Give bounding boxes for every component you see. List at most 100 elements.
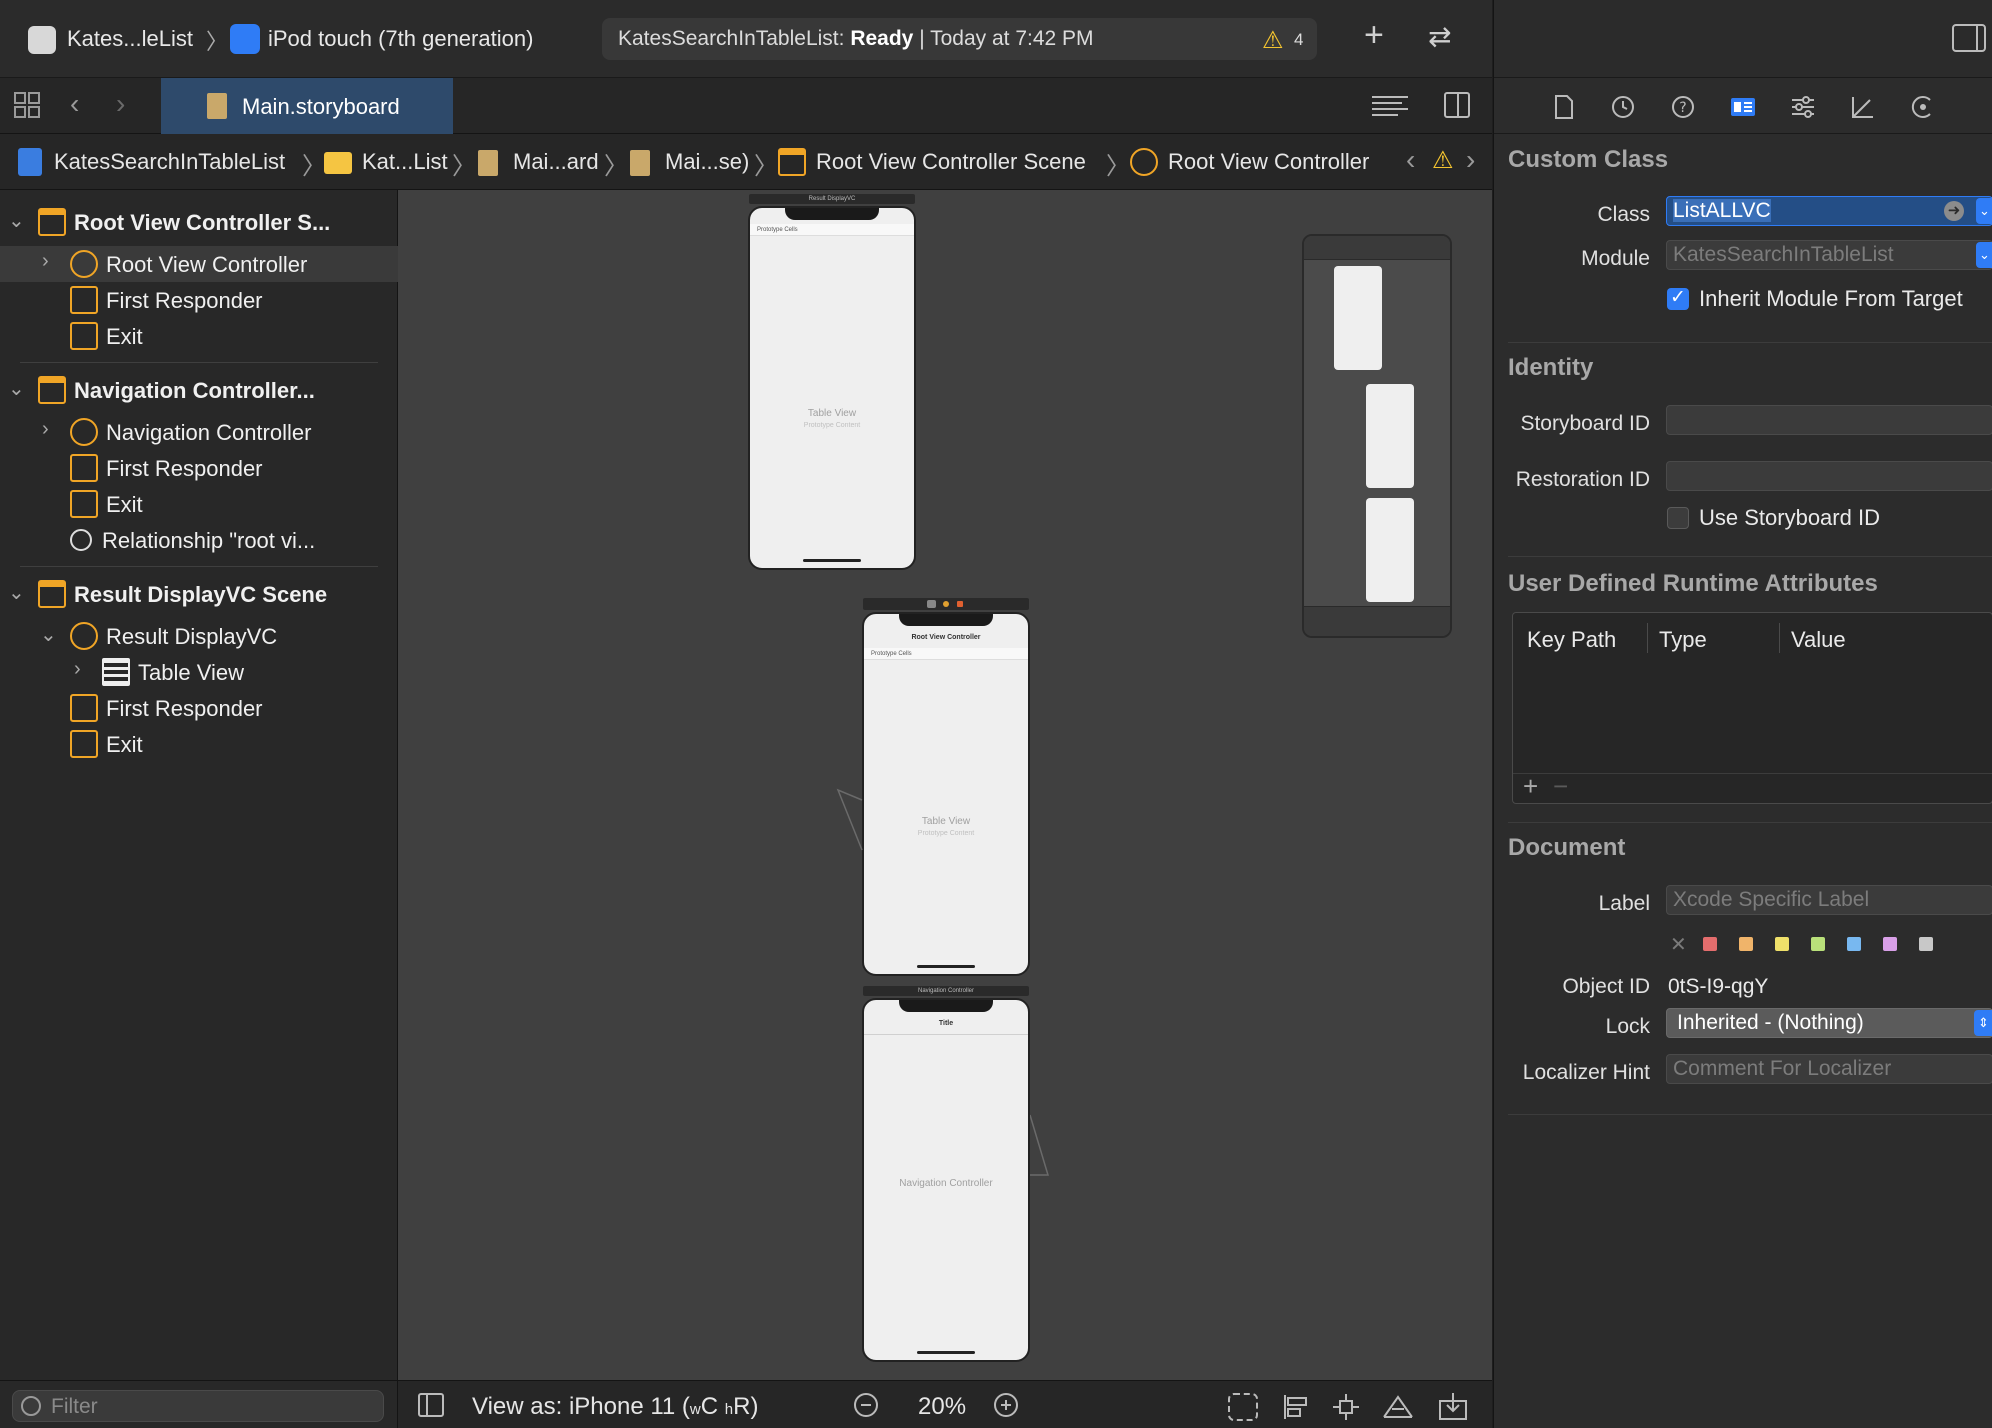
color-swatch-gray[interactable]	[1919, 937, 1933, 951]
view-controller-icon	[70, 622, 98, 650]
outline-toggle-icon[interactable]	[418, 1393, 444, 1417]
module-dropdown-icon[interactable]: ⌄	[1976, 242, 1992, 268]
help-inspector-icon[interactable]: ?	[1670, 94, 1696, 120]
next-issue-icon[interactable]: ›	[1466, 144, 1475, 176]
device-selector[interactable]: iPod touch (7th generation)	[268, 26, 533, 52]
chevron-down-icon[interactable]: ⌄	[8, 376, 25, 401]
device-icon	[230, 24, 260, 54]
tab-main-storyboard[interactable]: Main.storyboard	[161, 78, 453, 134]
outline-row-exit[interactable]: Exit	[0, 486, 398, 522]
jump-item-base[interactable]: Mai...se)	[665, 149, 749, 175]
jump-item-folder[interactable]: Kat...List	[362, 149, 448, 175]
outline-row-scene[interactable]: ⌄ Root View Controller S...	[0, 204, 398, 240]
chevron-down-icon[interactable]: ⌄	[8, 208, 25, 233]
minimap-phone	[1334, 266, 1382, 370]
outline-row-exit[interactable]: Exit	[0, 726, 398, 762]
status-state: Ready	[850, 27, 914, 50]
embed-in-icon[interactable]	[1438, 1393, 1468, 1421]
outline-row-nav[interactable]: › Navigation Controller	[0, 414, 398, 450]
align-icon[interactable]	[1282, 1393, 1310, 1421]
color-swatch-purple[interactable]	[1883, 937, 1897, 951]
outline-row-responder[interactable]: First Responder	[0, 450, 398, 486]
outline-row-relationship[interactable]: Relationship "root vi...	[0, 522, 398, 558]
label-field[interactable]: Xcode Specific Label	[1666, 885, 1992, 915]
add-constraints-icon[interactable]	[1332, 1393, 1360, 1421]
lock-value: Inherited - (Nothing)	[1677, 1011, 1864, 1034]
size-inspector-icon[interactable]	[1850, 94, 1876, 120]
inherit-module-checkbox[interactable]	[1667, 286, 1689, 310]
color-swatch-yellow[interactable]	[1775, 937, 1789, 951]
jump-item-project[interactable]: KatesSearchInTableList	[54, 149, 285, 175]
previous-issue-icon[interactable]: ‹	[1406, 144, 1415, 176]
view-controller-icon	[1130, 148, 1158, 176]
navigation-controller-phone[interactable]: Title Navigation Controller	[862, 998, 1030, 1362]
code-review-icon[interactable]: ⇄	[1428, 20, 1451, 53]
color-swatch-red[interactable]	[1703, 937, 1717, 951]
view-as-device[interactable]: View as: iPhone 11 (wC hR)	[472, 1393, 758, 1421]
zoom-in-icon[interactable]	[994, 1393, 1018, 1417]
identity-inspector-icon[interactable]	[1730, 94, 1756, 120]
add-attribute-icon[interactable]: +	[1523, 771, 1538, 802]
outline-row-exit[interactable]: Exit	[0, 318, 398, 354]
outline-label: Exit	[106, 732, 143, 757]
column-header-type[interactable]: Type	[1659, 627, 1707, 653]
warning-icon[interactable]: ⚠	[1262, 26, 1284, 55]
go-to-class-icon[interactable]: ➜	[1944, 201, 1964, 221]
outline-row-scene[interactable]: ⌄ Navigation Controller...	[0, 372, 398, 408]
column-header-value[interactable]: Value	[1791, 627, 1846, 653]
color-swatch-green[interactable]	[1811, 937, 1825, 951]
outline-row-vc[interactable]: ⌄ Result DisplayVC	[0, 618, 398, 654]
column-header-key-path[interactable]: Key Path	[1527, 627, 1616, 653]
module-field[interactable]: KatesSearchInTableList	[1666, 240, 1992, 270]
use-storyboard-id-checkbox[interactable]	[1667, 507, 1689, 529]
remove-attribute-icon[interactable]: −	[1553, 771, 1568, 802]
exit-icon	[70, 490, 98, 518]
scene-dock[interactable]: Navigation Controller	[863, 986, 1029, 996]
filter-input[interactable]: Filter	[12, 1390, 384, 1422]
jump-item-storyboard[interactable]: Mai...ard	[513, 149, 599, 175]
color-swatch-blue[interactable]	[1847, 937, 1861, 951]
chevron-right-icon[interactable]: ›	[42, 250, 49, 273]
outline-row-responder[interactable]: First Responder	[0, 282, 398, 318]
canvas-minimap[interactable]	[1302, 234, 1452, 638]
localizer-hint-field[interactable]: Comment For Localizer	[1666, 1054, 1992, 1084]
outline-row-table[interactable]: › Table View	[0, 654, 398, 690]
clear-color-icon[interactable]: ✕	[1670, 932, 1687, 957]
restoration-id-field[interactable]	[1666, 461, 1992, 491]
outline-row-scene[interactable]: ⌄ Result DisplayVC Scene	[0, 576, 398, 612]
zoom-level[interactable]: 20%	[918, 1393, 966, 1421]
zoom-out-icon[interactable]	[854, 1393, 878, 1417]
file-inspector-icon[interactable]	[1551, 94, 1577, 120]
lock-dropdown-icon[interactable]: ⇕	[1974, 1010, 1992, 1036]
first-responder-icon	[70, 454, 98, 482]
related-items-icon[interactable]	[14, 92, 40, 118]
adjust-editor-icon[interactable]	[1372, 94, 1408, 118]
jump-item-vc[interactable]: Root View Controller	[1168, 149, 1369, 175]
lock-popup[interactable]: Inherited - (Nothing)	[1666, 1008, 1992, 1038]
add-editor-icon[interactable]	[1444, 92, 1470, 118]
warning-icon[interactable]: ⚠	[1432, 146, 1454, 175]
warning-count[interactable]: 4	[1294, 30, 1303, 50]
toggle-inspector-icon[interactable]	[1952, 24, 1986, 52]
storyboard-canvas[interactable]: Result DisplayVC Prototype Cells Table V…	[398, 190, 1492, 1380]
resolve-issues-icon[interactable]	[1382, 1393, 1414, 1421]
storyboard-id-field[interactable]	[1666, 405, 1992, 435]
outline-row-vc[interactable]: › Root View Controller	[0, 246, 398, 282]
add-library-icon[interactable]: +	[1364, 16, 1384, 55]
connections-inspector-icon[interactable]	[1910, 94, 1936, 120]
chevron-down-icon[interactable]: ⌄	[40, 622, 57, 647]
history-inspector-icon[interactable]	[1610, 94, 1636, 120]
color-swatch-orange[interactable]	[1739, 937, 1753, 951]
chevron-right-icon[interactable]: ›	[42, 418, 49, 441]
outline-row-responder[interactable]: First Responder	[0, 690, 398, 726]
scheme-selector[interactable]: Kates...leList	[67, 26, 193, 52]
jump-item-scene[interactable]: Root View Controller Scene	[816, 149, 1086, 175]
update-frames-icon[interactable]	[1228, 1393, 1258, 1421]
forward-arrow-icon[interactable]: ›	[116, 88, 125, 120]
attributes-inspector-icon[interactable]	[1790, 94, 1816, 120]
runtime-attributes-table[interactable]: Key Path Type Value + −	[1512, 612, 1992, 804]
chevron-down-icon[interactable]: ⌄	[8, 580, 25, 605]
chevron-right-icon[interactable]: ›	[74, 658, 81, 681]
back-arrow-icon[interactable]: ‹	[70, 88, 79, 120]
class-dropdown-icon[interactable]: ⌄	[1976, 198, 1992, 224]
